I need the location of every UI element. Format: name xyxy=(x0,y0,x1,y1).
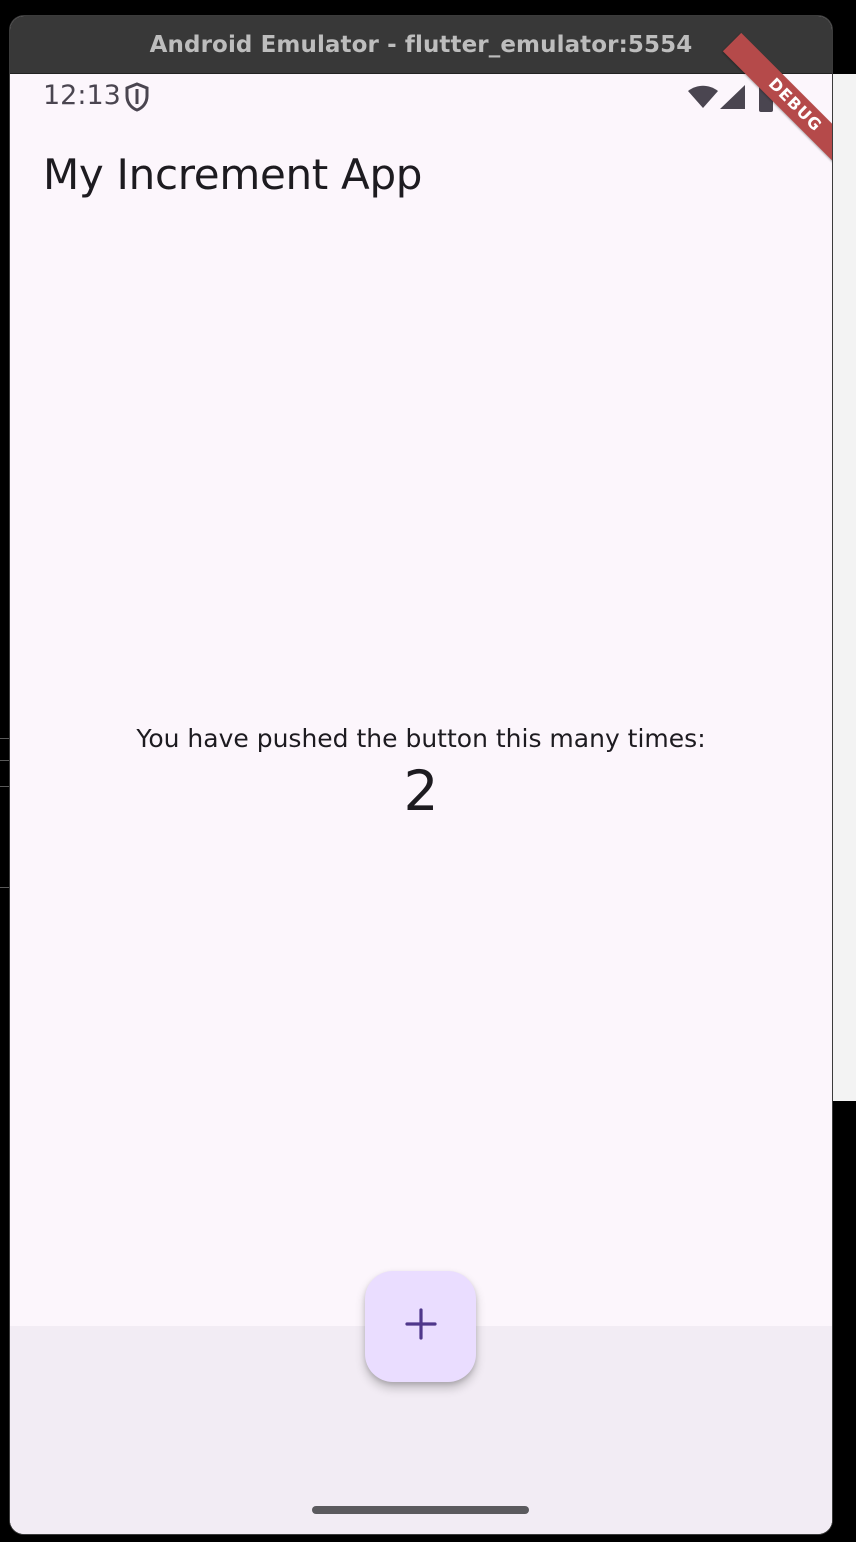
edge-line xyxy=(0,887,10,888)
counter-label: You have pushed the button this many tim… xyxy=(136,724,706,753)
signal-icon xyxy=(718,84,746,115)
shield-icon xyxy=(124,82,150,117)
edge-line xyxy=(0,760,10,761)
device-screen: 12:13 DEBUG My Increment App You have pu… xyxy=(10,32,832,1534)
emulator-window: Android Emulator - flutter_emulator:5554… xyxy=(10,16,832,1534)
plus-icon xyxy=(404,1307,438,1346)
increment-fab-button[interactable] xyxy=(365,1271,476,1382)
app-bar-title: My Increment App xyxy=(43,150,423,199)
counter-section: You have pushed the button this many tim… xyxy=(10,724,832,823)
status-time: 12:13 xyxy=(43,80,121,111)
edge-line xyxy=(0,738,10,739)
edge-line xyxy=(0,786,10,787)
wifi-icon xyxy=(687,85,719,114)
home-indicator[interactable] xyxy=(312,1506,529,1514)
window-title: Android Emulator - flutter_emulator:5554 xyxy=(149,31,693,58)
background-strip xyxy=(833,74,856,1101)
window-titlebar[interactable]: Android Emulator - flutter_emulator:5554 xyxy=(10,16,832,74)
counter-value: 2 xyxy=(403,759,439,823)
status-bar: 12:13 xyxy=(10,74,832,120)
